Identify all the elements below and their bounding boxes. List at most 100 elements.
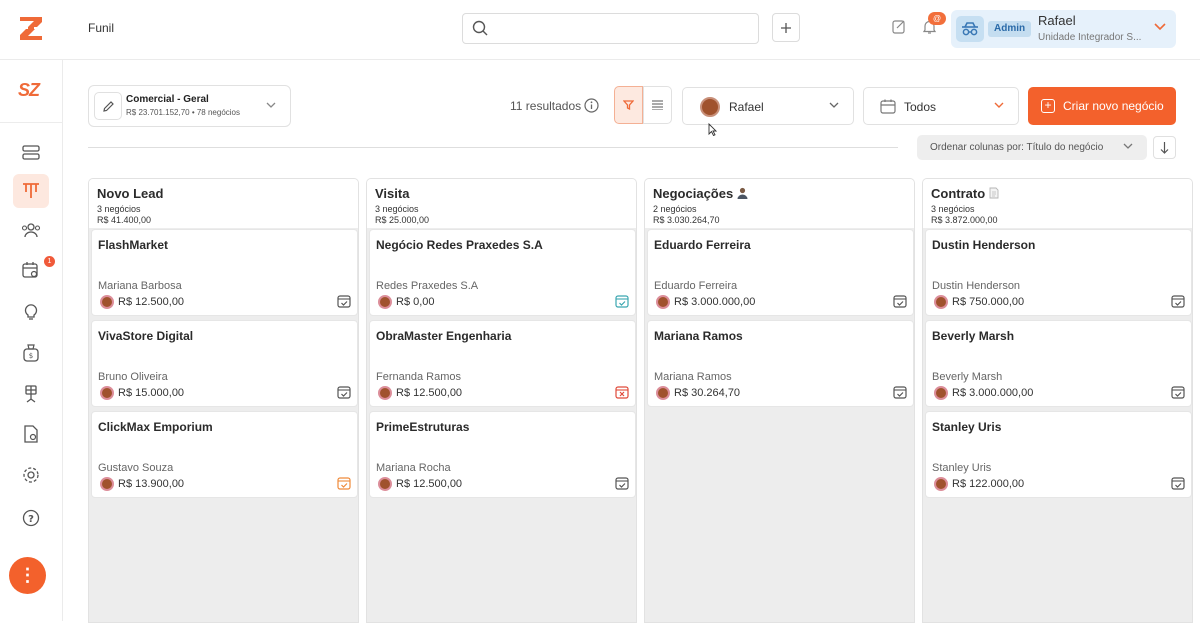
create-deal-label: Criar novo negócio [1063,99,1164,113]
sidebar-item-ideas[interactable] [13,295,49,329]
calendar-status-icon[interactable] [1171,294,1185,308]
deal-value: R$ 15.000,00 [118,387,185,399]
deal-card[interactable]: Eduardo Ferreira Eduardo Ferreira R$ 3.000… [647,229,914,316]
mouse-cursor-icon [708,123,717,136]
arrow-down-icon [1160,141,1169,154]
sidebar-item-funnel[interactable] [13,174,49,208]
deal-value: R$ 750.000,00 [952,296,1025,308]
pipeline-selector[interactable]: Comercial - Geral R$ 23.701.152,70 • 78 … [88,85,291,127]
user-menu[interactable]: Admin Rafael Unidade Integrador S... [951,10,1176,48]
help-icon: ? [22,509,40,527]
deal-contact: Redes Praxedes S.A [376,280,479,292]
avatar [656,386,670,400]
kanban-column: Novo Lead 3 negócios R$ 41.400,00 FlashMark… [88,178,359,623]
list-view-button[interactable] [643,86,672,124]
deal-card[interactable]: Dustin Henderson Dustin Henderson R$ 750.0… [925,229,1192,316]
calendar-status-icon[interactable] [337,385,351,399]
avatar [100,386,114,400]
column-title-text: Visita [375,186,410,201]
calendar-icon [880,99,896,114]
column-count: 3 negócios [931,204,975,214]
column-header: Visita 3 negócios R$ 25.000,00 [367,179,636,228]
date-filter[interactable]: Todos [863,87,1019,125]
calendar-status-icon[interactable] [893,385,907,399]
avatar [378,477,392,491]
sidebar-item-settings[interactable] [13,458,49,492]
avatar [700,97,720,117]
column-count: 3 negócios [97,204,141,214]
column-header: Negociações 2 negócios R$ 3.030.264,70 [645,179,914,228]
app-logo[interactable] [17,14,45,42]
sidebar-item-servers[interactable] [13,136,49,170]
column-title-text: Novo Lead [97,186,164,201]
deal-card[interactable]: Beverly Marsh Beverly Marsh R$ 3.000.000,0… [925,320,1192,407]
sidebar: SZ 1 $ ? ⋮ [0,60,63,621]
deal-card[interactable]: Stanley Uris Stanley Uris R$ 122.000,00 [925,411,1192,498]
calendar-status-icon[interactable] [893,294,907,308]
sidebar-item-solar[interactable] [13,377,49,411]
chevron-down-icon [829,102,839,109]
deal-card[interactable]: ObraMaster Engenharia Fernanda Ramos R$ 12… [369,320,636,407]
sidebar-item-users[interactable] [13,213,49,247]
deal-title: Stanley Uris [932,420,1002,434]
deal-title: Mariana Ramos [654,329,743,343]
calendar-status-icon[interactable] [1171,476,1185,490]
calendar-status-icon[interactable] [1171,385,1185,399]
quick-add-button[interactable] [772,13,800,42]
deal-card[interactable]: Mariana Ramos Mariana Ramos R$ 30.264,70 [647,320,914,407]
server-icon [22,145,40,161]
deal-card[interactable]: VivaStore Digital Bruno Oliveira R$ 15.000… [91,320,358,407]
calendar-status-icon[interactable] [615,476,629,490]
sidebar-item-help[interactable]: ? [13,501,49,535]
calendar-status-icon[interactable] [337,294,351,308]
deal-value: R$ 122.000,00 [952,478,1025,490]
deal-title: Negócio Redes Praxedes S.A [376,238,543,252]
sort-direction-button[interactable] [1153,136,1176,159]
funnel-filter-icon [623,100,634,110]
results-count: 11 resultados [510,99,582,113]
divider [88,147,898,148]
chevron-down-icon [994,102,1004,109]
deal-value: R$ 3.000.000,00 [952,387,1034,399]
calendar-status-icon[interactable] [615,294,629,308]
document-icon [989,187,999,199]
solar-panel-icon [23,385,39,403]
deal-contact: Eduardo Ferreira [654,280,738,292]
sidebar-item-documents[interactable] [13,417,49,451]
info-icon[interactable] [584,98,599,113]
column-header: Novo Lead 3 negócios R$ 41.400,00 [89,179,358,228]
deal-contact: Fernanda Ramos [376,371,461,383]
calendar-status-icon[interactable] [337,476,351,490]
avatar [934,386,948,400]
search-input[interactable] [462,13,759,44]
column-title: Visita [375,186,636,201]
sort-columns-select[interactable]: Ordenar colunas por: Título do negócio [917,135,1147,160]
deal-contact: Dustin Henderson [932,280,1021,292]
pipeline-summary: R$ 23.701.152,70 • 78 negócios [126,108,240,117]
create-deal-button[interactable]: + Criar novo negócio [1028,87,1176,125]
document-settings-icon [23,425,39,443]
calendar-status-icon[interactable] [615,385,629,399]
notification-badge: @ [928,12,946,25]
lightbulb-icon [23,303,39,321]
kanban-column: Contrato 3 negócios R$ 3.872.000,00 Dustin… [922,178,1193,623]
deal-title: Eduardo Ferreira [654,238,751,252]
sidebar-item-finance[interactable]: $ [13,336,49,370]
gear-icon [22,466,40,484]
funnel-view-button[interactable] [614,86,643,124]
deal-card[interactable]: Negócio Redes Praxedes S.A Redes Praxedes… [369,229,636,316]
owner-filter[interactable]: Rafael [682,87,854,125]
deal-card[interactable]: ClickMax Emporium Gustavo Souza R$ 13.900,… [91,411,358,498]
pipeline-title: Comercial - Geral [126,94,209,105]
sort-columns-label: Ordenar colunas por: Título do negócio [930,142,1104,153]
user-unit: Unidade Integrador S... [1038,32,1142,43]
deal-title: Beverly Marsh [932,329,1015,343]
deal-contact: Bruno Oliveira [98,371,168,383]
deal-card[interactable]: FlashMarket Mariana Barbosa R$ 12.500,00 [91,229,358,316]
edit-note-icon[interactable] [892,19,907,34]
more-actions-button[interactable]: ⋮ [9,557,46,594]
edit-icon[interactable] [94,92,122,120]
deal-value: R$ 3.000.000,00 [674,296,756,308]
avatar [934,477,948,491]
deal-card[interactable]: PrimeEstruturas Mariana Rocha R$ 12.500,00 [369,411,636,498]
